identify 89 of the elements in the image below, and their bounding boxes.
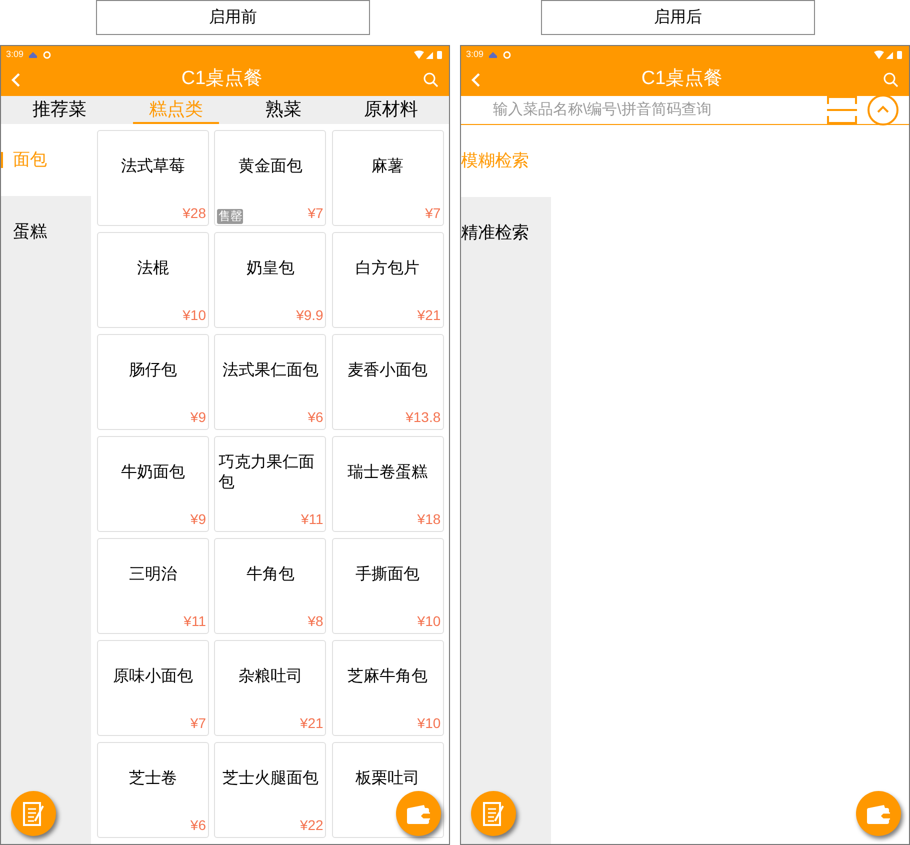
dish-price: ¥11 — [184, 612, 206, 631]
dish-card[interactable]: 牛角包 ¥8 — [214, 538, 326, 634]
dish-price: ¥6 — [308, 408, 324, 427]
dish-card[interactable]: 黄金面包 售罄 ¥7 — [214, 130, 326, 226]
dish-card[interactable]: 法棍 ¥10 — [97, 232, 209, 328]
dish-price: ¥18 — [417, 510, 441, 529]
dish-price: ¥21 — [300, 714, 324, 733]
notification-icon — [488, 50, 498, 58]
dish-name: 芝士卷 — [129, 769, 177, 789]
category-tab[interactable]: 推荐菜 — [16, 96, 102, 124]
sidebar-item[interactable]: 精准检索 — [461, 197, 551, 269]
dish-name: 白方包片 — [356, 259, 420, 279]
status-time: 3:09 — [466, 48, 484, 61]
dish-price: ¥13.8 — [406, 408, 441, 427]
dish-card[interactable]: 芝士卷 ¥6 — [97, 742, 209, 838]
dish-name: 麦香小面包 — [348, 361, 428, 381]
dish-card[interactable]: 麻薯 ¥7 — [332, 130, 444, 226]
dish-card[interactable]: 法式草莓 ¥28 — [97, 130, 209, 226]
dish-price: ¥7 — [190, 714, 206, 733]
dish-name: 法式草莓 — [121, 157, 185, 177]
caption-label: 启用前 — [96, 0, 370, 35]
dish-card[interactable]: 巧克力果仁面包 ¥11 — [214, 436, 326, 532]
status-icons — [414, 50, 444, 60]
dish-card[interactable]: 法式果仁面包 ¥6 — [214, 334, 326, 430]
dish-card[interactable]: 肠仔包 ¥9 — [97, 334, 209, 430]
dish-card[interactable]: 奶皇包 ¥9.9 — [214, 232, 326, 328]
dish-card[interactable]: 原味小面包 ¥7 — [97, 640, 209, 736]
dish-card[interactable]: 芝士火腿面包 ¥22 — [214, 742, 326, 838]
dish-name: 芝麻牛角包 — [348, 667, 428, 687]
search-field[interactable]: 输入菜品名称\编号\拼音简码查询 — [461, 98, 827, 122]
sidebar-item[interactable]: 蛋糕 — [1, 196, 91, 268]
dish-price: ¥28 — [182, 204, 206, 223]
search-icon[interactable] — [423, 72, 439, 88]
dish-price: ¥9 — [190, 408, 206, 427]
status-icons — [874, 50, 904, 60]
dish-name: 牛奶面包 — [121, 463, 185, 483]
page-title: C1桌点餐 — [180, 67, 264, 92]
dish-price: ¥6 — [190, 816, 206, 835]
dish-name: 原味小面包 — [113, 667, 193, 687]
checkout-button[interactable] — [856, 791, 901, 836]
dish-name: 杂粮吐司 — [238, 667, 302, 687]
category-tab[interactable]: 原材料 — [348, 96, 434, 124]
dish-card[interactable]: 麦香小面包 ¥13.8 — [332, 334, 444, 430]
dish-price: ¥21 — [417, 306, 441, 325]
dish-name: 奶皇包 — [246, 259, 294, 279]
dish-card[interactable]: 瑞士卷蛋糕 ¥18 — [332, 436, 444, 532]
dish-name: 巧克力果仁面包 — [218, 453, 316, 493]
dish-name: 麻薯 — [372, 157, 404, 177]
dish-name: 法式果仁面包 — [222, 361, 318, 381]
search-icon[interactable] — [883, 72, 899, 88]
dish-price: ¥10 — [417, 612, 441, 631]
dish-name: 瑞士卷蛋糕 — [348, 463, 428, 483]
scan-icon[interactable] — [827, 96, 857, 124]
dish-price: ¥7 — [308, 204, 324, 223]
category-tab[interactable]: 熟菜 — [249, 96, 318, 124]
sold-out-badge: 售罄 — [217, 209, 244, 224]
dish-name: 芝士火腿面包 — [222, 769, 318, 789]
dish-price: ¥9.9 — [296, 306, 324, 325]
dish-card[interactable]: 白方包片 ¥21 — [332, 232, 444, 328]
dish-price: ¥10 — [182, 306, 206, 325]
dish-name: 手撕面包 — [356, 565, 420, 585]
collapse-icon[interactable] — [867, 94, 899, 126]
dish-name: 黄金面包 — [238, 157, 302, 177]
dish-name: 法棍 — [137, 259, 169, 279]
dish-card[interactable]: 杂粮吐司 ¥21 — [214, 640, 326, 736]
dish-card[interactable]: 手撕面包 ¥10 — [332, 538, 444, 634]
dish-price: ¥7 — [425, 204, 441, 223]
dish-price: ¥10 — [417, 714, 441, 733]
notification-icon — [28, 50, 38, 58]
dish-name: 牛角包 — [246, 565, 294, 585]
page-title: C1桌点餐 — [640, 67, 724, 92]
dish-name: 板栗吐司 — [356, 769, 420, 789]
dish-price: ¥22 — [300, 816, 324, 835]
notepad-icon — [22, 800, 46, 826]
back-icon[interactable] — [471, 72, 481, 86]
caption-label: 启用后 — [541, 0, 815, 35]
dish-name: 三明治 — [129, 565, 177, 585]
wallet-icon — [406, 802, 432, 824]
dish-card[interactable]: 三明治 ¥11 — [97, 538, 209, 634]
back-icon[interactable] — [11, 72, 21, 86]
notepad-icon — [482, 800, 506, 826]
dish-card[interactable]: 芝麻牛角包 ¥10 — [332, 640, 444, 736]
dish-price: ¥9 — [190, 510, 206, 529]
dish-price: ¥8 — [308, 612, 324, 631]
dish-price: ¥11 — [301, 510, 324, 529]
status-time: 3:09 — [6, 48, 24, 61]
dish-name: 肠仔包 — [129, 361, 177, 381]
dish-card[interactable]: 牛奶面包 ¥9 — [97, 436, 209, 532]
wallet-icon — [866, 802, 892, 824]
